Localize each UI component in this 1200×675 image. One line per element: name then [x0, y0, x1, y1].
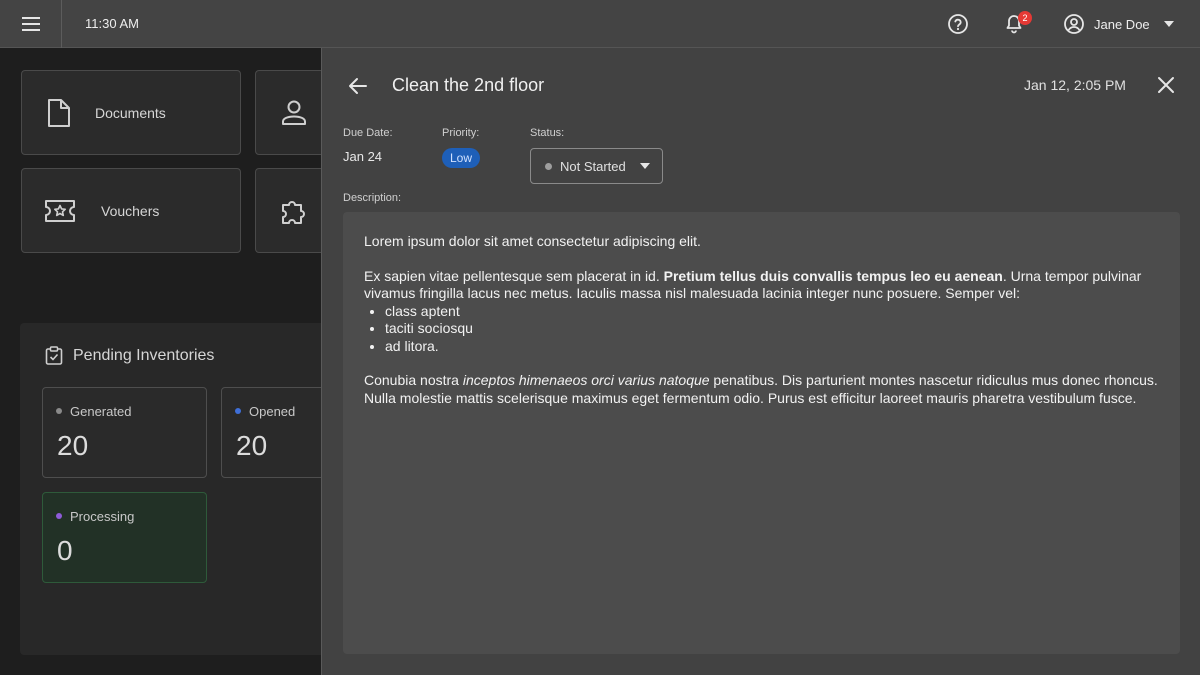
task-detail-drawer: Clean the 2nd floor Jan 12, 2:05 PM Due … [321, 48, 1200, 675]
back-button[interactable] [346, 74, 370, 98]
pending-inventories-title: Pending Inventories [73, 347, 215, 364]
list-item: taciti sociosqu [385, 320, 1159, 338]
documents-card[interactable]: Documents [21, 70, 241, 155]
top-app-bar: 11:30 AM 2 Jane Doe [0, 0, 1200, 48]
user-name: Jane Doe [1094, 16, 1150, 32]
close-button[interactable] [1154, 73, 1178, 97]
clock-time: 11:30 AM [85, 16, 139, 31]
status-label: Status: [530, 127, 565, 139]
stat-value: 20 [57, 430, 89, 461]
stat-label: Opened [249, 404, 296, 419]
clipboard-check-icon [45, 346, 63, 365]
status-dot [235, 408, 241, 414]
user-menu[interactable]: Jane Doe [1062, 12, 1174, 36]
priority-label: Priority: [442, 127, 480, 139]
due-date-label: Due Date: [343, 127, 393, 139]
close-icon [1158, 77, 1174, 93]
ticket-icon [45, 200, 75, 222]
list-item: ad litora. [385, 338, 1159, 356]
priority-chip: Low [442, 148, 480, 168]
person-icon [282, 100, 306, 125]
vouchers-card-label: Vouchers [101, 203, 160, 219]
help-button[interactable] [946, 12, 970, 36]
notification-count-badge: 2 [1018, 11, 1032, 25]
documents-card-label: Documents [95, 105, 166, 121]
due-date-value: Jan 24 [343, 149, 383, 164]
account-circle-icon [1064, 14, 1084, 34]
caret-down-icon [640, 163, 650, 169]
stat-value: 20 [236, 430, 268, 461]
menu-button[interactable] [0, 0, 62, 48]
status-dot [545, 162, 552, 170]
stat-processing[interactable]: Processing 0 [42, 492, 207, 583]
status-dot [56, 408, 62, 414]
list-item: class aptent [385, 303, 1159, 321]
task-title: Clean the 2nd floor [392, 75, 545, 95]
document-icon [48, 99, 70, 127]
arrow-back-icon [349, 78, 367, 94]
pending-inventories-panel [20, 323, 340, 655]
puzzle-icon [282, 201, 305, 224]
task-timestamp: Jan 12, 2:05 PM [1024, 77, 1126, 93]
stat-label: Generated [70, 404, 132, 419]
description-paragraph: Conubia nostra inceptos himenaeos orci v… [364, 372, 1158, 406]
description-paragraph: Ex sapien vitae pellentesque sem placera… [364, 267, 1142, 302]
description-content[interactable]: Lorem ipsum dolor sit amet consectetur a… [343, 212, 1180, 654]
description-label: Description: [343, 192, 402, 204]
caret-down-icon [1163, 21, 1174, 27]
help-icon [948, 14, 968, 34]
stat-label: Processing [70, 509, 135, 524]
stat-generated[interactable]: Generated 20 [42, 387, 207, 478]
description-paragraph: Lorem ipsum dolor sit amet consectetur a… [364, 233, 701, 249]
status-select[interactable]: Not Started [530, 148, 663, 184]
vouchers-card[interactable]: Vouchers [21, 168, 241, 253]
stat-value: 0 [57, 535, 73, 566]
status-dot [56, 513, 62, 519]
hamburger-menu-icon [21, 17, 40, 31]
status-select-value: Not Started [560, 158, 626, 174]
description-list: class aptent taciti sociosqu ad litora. [385, 303, 1159, 356]
